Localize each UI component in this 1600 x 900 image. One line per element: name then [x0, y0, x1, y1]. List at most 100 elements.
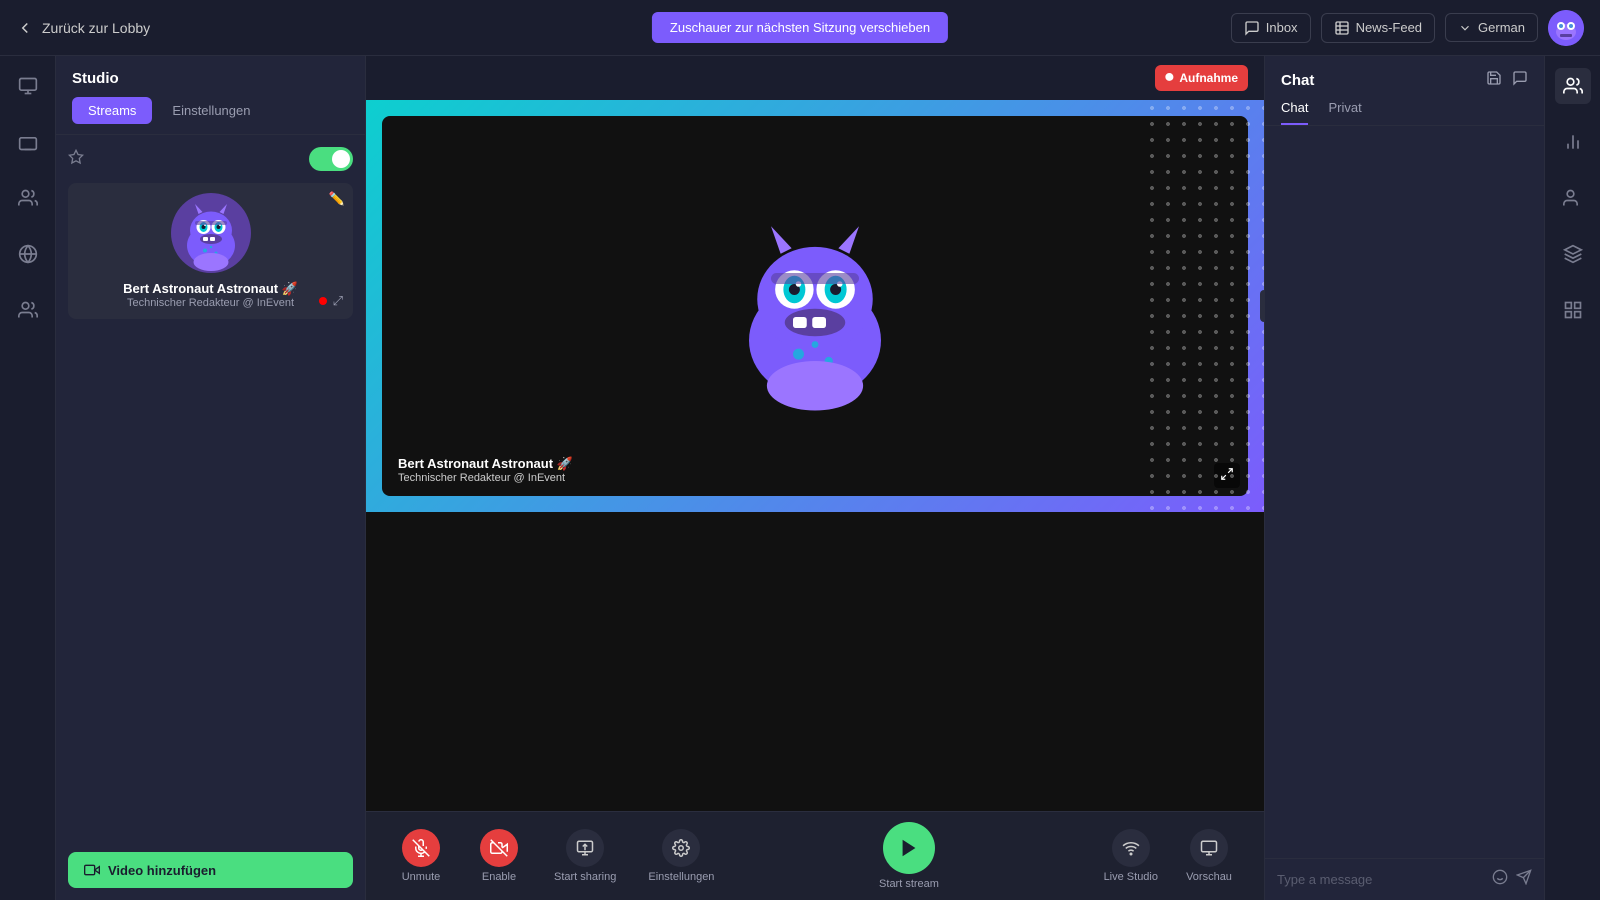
sidebar-item-users[interactable] — [10, 180, 46, 216]
language-label: German — [1478, 20, 1525, 35]
unmute-button[interactable]: Unmute — [386, 823, 456, 889]
add-video-button[interactable]: Video hinzufügen — [68, 852, 353, 888]
inbox-icon — [1244, 20, 1260, 36]
broadcast-icon — [1122, 839, 1140, 857]
unmute-ctrl: Unmute — [386, 823, 456, 889]
participant-name: Bert Astronaut Astronaut 🚀 — [78, 281, 343, 297]
settings-icon — [672, 839, 690, 857]
live-studio-icon-wrap — [1112, 829, 1150, 867]
emoji-icon[interactable] — [1492, 869, 1508, 890]
settings-ctrl: Einstellungen — [636, 823, 726, 889]
ctrl-left: Unmute Enable — [386, 823, 726, 889]
chat-input-area — [1265, 858, 1544, 900]
sharing-icon-wrap — [566, 829, 604, 867]
newsfeed-label: News-Feed — [1356, 20, 1422, 35]
recording-indicator — [319, 297, 327, 305]
chat-input[interactable] — [1277, 872, 1484, 887]
play-icon — [898, 837, 920, 859]
video-background: Bert Astronaut Astronaut 🚀 Technischer R… — [366, 100, 1264, 512]
avatar-icon — [1548, 10, 1584, 46]
recording-badge: ⏺ Aufnahme — [1155, 65, 1248, 91]
center-area: ⏺ Aufnahme — [366, 56, 1264, 900]
studio-header: Studio Streams Einstellungen — [56, 56, 365, 135]
language-button[interactable]: German — [1445, 13, 1538, 42]
newsfeed-icon — [1334, 20, 1350, 36]
video-icon — [84, 862, 100, 878]
main-layout: Studio Streams Einstellungen ✏️ — [0, 56, 1600, 900]
stream-toggle[interactable] — [309, 147, 353, 171]
participant-actions: ⤢ — [319, 293, 343, 309]
right-icon-grid[interactable] — [1555, 292, 1591, 328]
control-bar: Unmute Enable — [366, 811, 1264, 900]
chevron-down-icon — [1458, 21, 1472, 35]
share-screen-icon — [576, 839, 594, 857]
video-off-icon — [490, 839, 508, 857]
inbox-label: Inbox — [1266, 20, 1298, 35]
topbar-right: Inbox News-Feed German — [1231, 10, 1584, 46]
stream-controls — [68, 147, 353, 171]
chat-panel: Chat Chat Privat — [1264, 56, 1544, 900]
preview-button[interactable]: Vorschau — [1174, 823, 1244, 889]
back-button[interactable]: Zurück zur Lobby — [16, 19, 150, 37]
studio-title: Studio — [72, 70, 349, 87]
ctrl-center-start-stream: Start stream — [879, 822, 939, 890]
arrow-left-icon — [16, 19, 34, 37]
enable-ctrl: Enable — [464, 823, 534, 889]
arrow-right-button[interactable] — [1260, 290, 1264, 322]
chat-save-icon[interactable] — [1486, 70, 1502, 90]
transfer-button[interactable]: Zuschauer zur nächsten Sitzung verschieb… — [652, 12, 948, 43]
enable-button[interactable]: Enable — [464, 823, 534, 889]
tab-settings[interactable]: Einstellungen — [156, 97, 266, 124]
right-icon-people[interactable] — [1555, 68, 1591, 104]
sidebar-item-globe[interactable] — [10, 236, 46, 272]
bottom-video-area — [366, 512, 1264, 811]
participant-role: Technischer Redakteur @ InEvent — [78, 297, 343, 309]
start-stream-button[interactable] — [883, 822, 935, 874]
chat-header: Chat Chat Privat — [1265, 56, 1544, 126]
preview-icon-wrap — [1190, 829, 1228, 867]
left-sidebar — [0, 56, 56, 900]
right-icon-chart[interactable] — [1555, 124, 1591, 160]
participant-card: ✏️ — [68, 183, 353, 319]
video-name: Bert Astronaut Astronaut 🚀 — [398, 456, 573, 472]
right-icon-users2[interactable] — [1555, 180, 1591, 216]
chat-title: Chat — [1281, 70, 1528, 90]
back-label: Zurück zur Lobby — [42, 20, 150, 36]
topbar-center: Zuschauer zur nächsten Sitzung verschieb… — [652, 12, 948, 43]
tab-streams[interactable]: Streams — [72, 97, 152, 124]
sidebar-item-screen[interactable] — [10, 124, 46, 160]
live-studio-button[interactable]: Live Studio — [1092, 823, 1170, 889]
sidebar-item-group[interactable] — [10, 292, 46, 328]
user-avatar[interactable] — [1548, 10, 1584, 46]
chat-expand-icon[interactable] — [1512, 70, 1528, 90]
participant-avatar — [171, 193, 251, 273]
chat-title-icons — [1486, 70, 1528, 90]
participant-actions-top: ✏️ — [329, 191, 345, 207]
start-sharing-ctrl: Start sharing — [542, 823, 628, 889]
chat-tabs: Chat Privat — [1281, 100, 1528, 125]
video-player: Bert Astronaut Astronaut 🚀 Technischer R… — [382, 116, 1248, 496]
pin-icon[interactable] — [68, 149, 84, 170]
expand-icon[interactable]: ⤢ — [333, 293, 343, 309]
mic-off-icon — [412, 839, 430, 857]
chat-send-icons — [1492, 869, 1532, 890]
video-section: ⏺ Aufnahme — [366, 56, 1264, 512]
edit-icon[interactable]: ✏️ — [329, 191, 345, 207]
fullscreen-button[interactable] — [1214, 463, 1240, 488]
tab-private[interactable]: Privat — [1328, 100, 1361, 125]
video-label: Bert Astronaut Astronaut 🚀 Technischer R… — [398, 456, 573, 484]
newsfeed-button[interactable]: News-Feed — [1321, 13, 1435, 43]
settings-button[interactable]: Einstellungen — [636, 823, 726, 889]
sidebar-item-monitor[interactable] — [10, 68, 46, 104]
enable-icon-wrap — [480, 829, 518, 867]
monster-main — [705, 196, 925, 416]
tab-chat[interactable]: Chat — [1281, 100, 1308, 125]
right-icon-layers[interactable] — [1555, 236, 1591, 272]
send-icon[interactable] — [1516, 869, 1532, 890]
start-sharing-button[interactable]: Start sharing — [542, 823, 628, 889]
studio-tabs: Streams Einstellungen — [72, 97, 349, 124]
settings-icon-wrap — [662, 829, 700, 867]
ctrl-right: Live Studio Vorschau — [1092, 823, 1244, 889]
inbox-button[interactable]: Inbox — [1231, 13, 1311, 43]
right-sidebar — [1544, 56, 1600, 900]
